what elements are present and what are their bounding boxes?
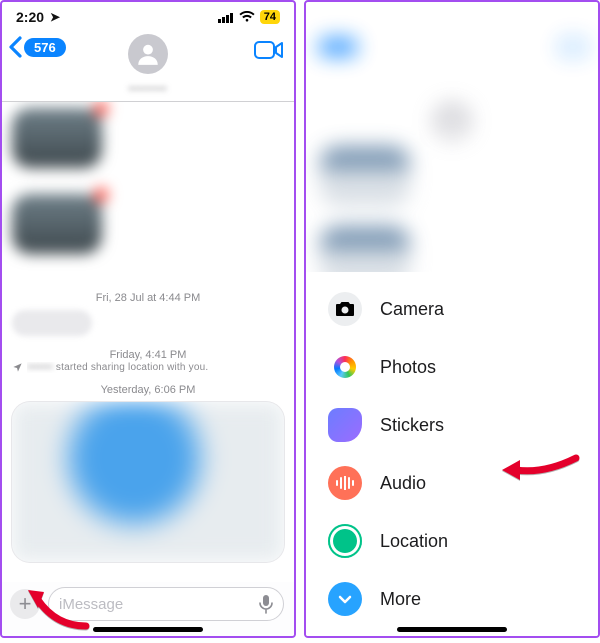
facetime-button[interactable] — [254, 36, 284, 60]
location-arrow-icon — [12, 362, 23, 373]
camera-icon — [328, 292, 362, 326]
menu-item-photos[interactable]: Photos — [328, 350, 598, 384]
unread-badge: 576 — [24, 38, 66, 57]
message-attachment[interactable] — [12, 402, 284, 562]
battery-badge: 74 — [260, 10, 280, 24]
wifi-icon — [239, 11, 255, 23]
timestamp: Friday, 4:41 PM — [2, 349, 294, 361]
menu-label: Audio — [380, 473, 426, 494]
plus-button[interactable]: + — [10, 589, 40, 619]
messages-scroll[interactable]: Fri, 28 Jul at 4:44 PM Friday, 4:41 PM •… — [2, 102, 294, 582]
chevron-left-icon — [8, 36, 22, 58]
photos-icon — [328, 350, 362, 384]
timestamp: Yesterday, 6:06 PM — [2, 384, 294, 396]
menu-label: Camera — [380, 299, 444, 320]
apps-menu: Camera Photos Stickers Audio Location Mo… — [306, 292, 598, 616]
more-icon — [328, 582, 362, 616]
menu-label: Photos — [380, 357, 436, 378]
menu-label: Location — [380, 531, 448, 552]
back-button[interactable]: 576 — [8, 36, 66, 58]
status-bar: 2:20 ➤ 74 — [2, 2, 294, 32]
home-indicator[interactable] — [93, 627, 203, 632]
location-arrow-icon: ➤ — [50, 10, 60, 24]
status-time: 2:20 — [16, 9, 44, 25]
menu-item-camera[interactable]: Camera — [328, 292, 598, 326]
plus-icon: + — [19, 591, 32, 617]
menu-label: Stickers — [380, 415, 444, 436]
contact-name: •••••••• — [129, 83, 168, 95]
timestamp: Fri, 28 Jul at 4:44 PM — [2, 292, 294, 304]
message-bubble[interactable] — [12, 194, 102, 254]
message-bubble[interactable] — [12, 310, 92, 336]
conversation-header: 576 •••••••• — [2, 32, 294, 102]
mic-icon — [259, 594, 273, 614]
system-message: ••••••• started sharing location with yo… — [12, 362, 284, 373]
menu-item-audio[interactable]: Audio — [328, 466, 598, 500]
contact-avatar[interactable] — [128, 34, 168, 74]
location-icon — [328, 524, 362, 558]
menu-item-location[interactable]: Location — [328, 524, 598, 558]
stickers-icon — [328, 408, 362, 442]
menu-item-more[interactable]: More — [328, 582, 598, 616]
home-indicator[interactable] — [397, 627, 507, 632]
audio-icon — [328, 466, 362, 500]
message-bubble[interactable] — [12, 108, 102, 168]
input-placeholder: iMessage — [59, 596, 123, 613]
menu-item-stickers[interactable]: Stickers — [328, 408, 598, 442]
cell-signal-icon — [218, 12, 234, 23]
menu-label: More — [380, 589, 421, 610]
message-input[interactable]: iMessage — [48, 587, 284, 621]
